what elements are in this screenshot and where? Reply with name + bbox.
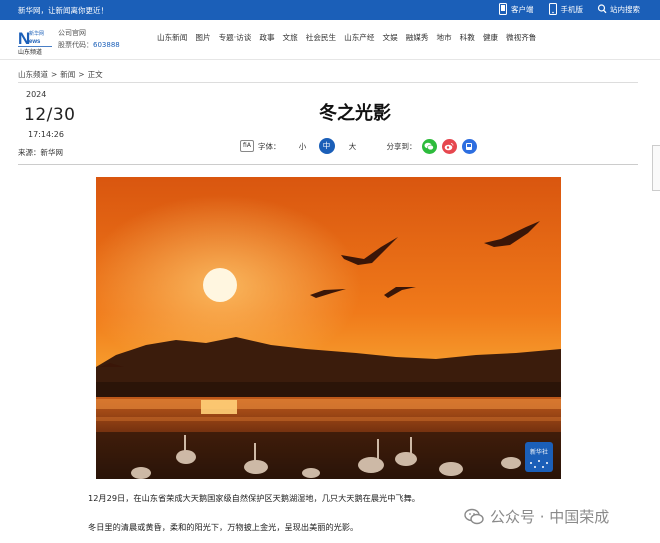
article-source: 来源：新华网	[18, 148, 63, 157]
company-site-link[interactable]: 公司官网	[58, 27, 120, 39]
watermark-text: 公众号 · 中国荣成	[490, 508, 610, 526]
publish-time: 17:14:26	[28, 130, 64, 139]
client-link[interactable]: 客户端	[498, 3, 534, 15]
breadcrumb: 山东频道 > 新闻 > 正文	[18, 70, 103, 79]
nav-item[interactable]: 健康	[483, 32, 498, 43]
page-title: 冬之光影	[319, 103, 391, 124]
wechat-icon[interactable]	[421, 138, 437, 154]
sunset-swans-image: 新华社	[96, 177, 561, 479]
side-panel-edge[interactable]	[652, 145, 660, 191]
xinhua-badge	[525, 442, 553, 472]
article-tools: fiA 字体： 小 中 大 分享到：	[240, 138, 477, 154]
xinhua-logo[interactable]: N 新华网 ews 山东频道	[18, 26, 52, 56]
font-small-button[interactable]: 小	[295, 141, 311, 152]
photo-caption: 12月29日，在山东省荣成大天鹅国家级自然保护区天鹅湖湿地，几只大天鹅在晨光中飞…	[88, 493, 420, 503]
breadcrumb-item[interactable]: 新闻	[60, 70, 75, 79]
site-slogan: 新华网，让新闻离你更近！	[18, 6, 108, 15]
font-medium-button[interactable]: 中	[318, 138, 335, 154]
nav-item[interactable]: 图片	[195, 32, 210, 43]
stock-label: 股票代码：	[58, 41, 93, 49]
mobile-link[interactable]: 手机版	[548, 3, 584, 15]
nav-item[interactable]: 山东产经	[344, 32, 374, 43]
wechat-watermark: 公众号 · 中国荣成	[464, 506, 609, 527]
nav-item[interactable]: 科教	[460, 32, 475, 43]
stock-code: 603888	[93, 41, 120, 49]
nav-item[interactable]: 社会民生	[306, 32, 336, 43]
article-photo: 新华社	[96, 177, 561, 479]
nav-item[interactable]: 专题·访谈	[219, 32, 252, 43]
nav-item[interactable]: 文娱	[382, 32, 397, 43]
breadcrumb-divider	[18, 82, 638, 83]
weibo-icon[interactable]	[441, 138, 457, 154]
nav-item[interactable]: 地市	[436, 32, 451, 43]
share-label: 分享到：	[386, 141, 417, 151]
company-info: 公司官网 股票代码：603888	[58, 27, 120, 51]
photo-badge-label: 新华社	[530, 448, 548, 456]
svg-text:ews: ews	[29, 39, 41, 45]
nav-item[interactable]: 微视齐鲁	[506, 32, 536, 43]
article-paragraph: 冬日里的清晨或黄昏，柔和的阳光下，万物披上金光，呈现出美丽的光影。	[88, 522, 359, 532]
search-icon	[597, 4, 607, 14]
mobile-link-label: 手机版	[560, 4, 584, 14]
top-bar: 新华网，让新闻离你更近！ 客户端 手机版 站内搜索	[0, 0, 660, 20]
nav-item[interactable]: 政事	[259, 32, 274, 43]
mobile-icon	[548, 3, 557, 15]
breadcrumb-item[interactable]: 山东频道	[18, 70, 48, 79]
client-link-label: 客户端	[511, 4, 534, 14]
wechat-logo-icon	[464, 508, 484, 524]
logo-text-2: 山东频道	[18, 48, 42, 56]
font-size-icon: fiA	[240, 140, 254, 152]
publish-year: 2024	[26, 90, 47, 99]
header-divider	[18, 164, 638, 165]
site-header: N 新华网 ews 山东频道 公司官网 股票代码：603888 山东新闻 图片 …	[0, 20, 660, 60]
breadcrumb-item: 正文	[87, 70, 103, 79]
stock-info: 股票代码：603888	[58, 39, 120, 51]
nav-item[interactable]: 文旅	[283, 32, 298, 43]
site-search-label: 站内搜索	[610, 4, 640, 14]
qzone-icon[interactable]	[461, 138, 477, 154]
top-tools: 客户端 手机版 站内搜索	[498, 3, 640, 15]
site-search-link[interactable]: 站内搜索	[597, 3, 640, 15]
main-nav: 山东新闻 图片 专题·访谈 政事 文旅 社会民生 山东产经 文娱 融媒秀 地市 …	[157, 32, 536, 43]
nav-item[interactable]: 山东新闻	[157, 32, 187, 43]
logo-text-1: 新华网	[29, 30, 44, 37]
font-large-button[interactable]: 大	[345, 141, 361, 152]
nav-item[interactable]: 融媒秀	[406, 32, 429, 43]
phone-icon	[499, 3, 507, 15]
font-label: 字体：	[258, 141, 281, 151]
